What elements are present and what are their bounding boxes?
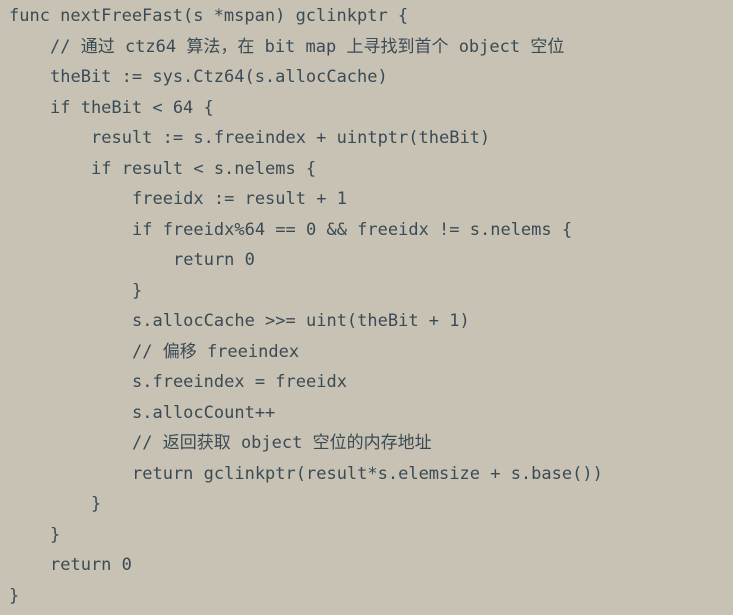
code-line-alloccount-increment: s.allocCount++ — [132, 402, 276, 423]
code-line-if-freeidx: if freeidx%64 == 0 && freeidx != s.nelem… — [132, 219, 573, 240]
code-line-return-zero-outer: return 0 — [50, 555, 132, 575]
code-line-thebit-assign: theBit := sys.Ctz64(s.allocCache) — [50, 67, 388, 87]
code-line-close-brace-if-thebit: } — [50, 524, 61, 545]
code-line-freeindex-assign: s.freeindex = freeidx — [132, 372, 347, 392]
code-line-comment-offset: // 偏移 freeindex — [132, 341, 300, 362]
code-line-close-brace-if-result: } — [91, 494, 102, 514]
code-line-freeidx-assign: freeidx := result + 1 — [132, 189, 347, 209]
code-block: func nextFreeFast(s *mspan) gclinkptr { … — [0, 0, 733, 615]
code-line-alloccache-shift: s.allocCache >>= uint(theBit + 1) — [132, 311, 470, 331]
code-line-close-brace-func: } — [9, 585, 20, 606]
code-line-comment-return-address: // 返回获取 object 空位的内存地址 — [132, 433, 432, 453]
code-line-return-gclinkptr: return gclinkptr(result*s.elemsize + s.b… — [132, 463, 603, 484]
code-line-return-zero-inner: return 0 — [173, 250, 255, 270]
code-line-comment-ctz64: // 通过 ctz64 算法，在 bit map 上寻找到首个 object 空… — [50, 36, 565, 57]
code-line-if-result: if result < s.nelems { — [91, 158, 317, 179]
code-line-close-brace-inner: } — [132, 280, 143, 301]
code-line-func-signature: func nextFreeFast(s *mspan) gclinkptr { — [9, 6, 409, 26]
code-line-result-assign: result := s.freeindex + uintptr(theBit) — [91, 128, 491, 148]
code-line-if-thebit: if theBit < 64 { — [50, 97, 214, 118]
